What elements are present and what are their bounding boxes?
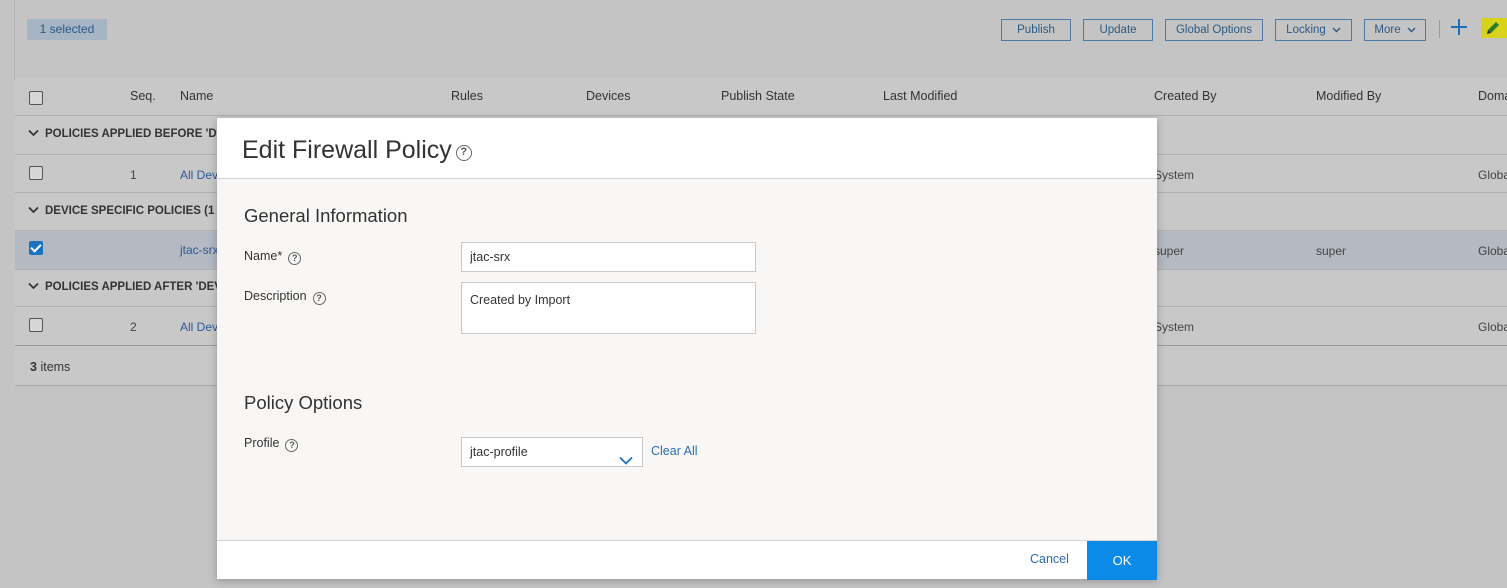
chevron-down-icon <box>619 447 633 475</box>
update-label: Update <box>1099 24 1137 36</box>
row-domain: Globa <box>1478 320 1507 334</box>
update-button[interactable]: Update <box>1083 19 1153 41</box>
column-header-name[interactable]: Name <box>180 89 213 103</box>
question-circle-icon[interactable]: ? <box>285 439 299 452</box>
row-created-by: super <box>1154 244 1185 258</box>
row-name-link[interactable]: jtac-srx <box>180 243 219 257</box>
row-name-link[interactable]: All Dev <box>180 168 218 182</box>
dialog-header: Edit Firewall Policy? <box>217 118 1157 179</box>
publish-button[interactable]: Publish <box>1001 19 1071 41</box>
column-header-modified-by[interactable]: Modified By <box>1316 89 1381 103</box>
ok-button[interactable]: OK <box>1087 541 1157 580</box>
section-title-general: General Information <box>244 205 408 226</box>
column-header-devices[interactable]: Devices <box>586 89 630 103</box>
row-created-by: System <box>1154 320 1195 334</box>
name-label-text: Name* <box>244 249 283 263</box>
dialog-title: Edit Firewall Policy? <box>242 136 472 165</box>
chevron-down-icon <box>1332 20 1341 40</box>
global-options-button[interactable]: Global Options <box>1165 19 1263 41</box>
group-header-after[interactable]: POLICIES APPLIED AFTER 'DEV <box>28 281 222 293</box>
name-label: Name*? <box>244 249 302 265</box>
section-title-policy-options: Policy Options <box>244 392 363 413</box>
row-name-link[interactable]: All Dev <box>180 320 218 334</box>
column-header-last-modified[interactable]: Last Modified <box>883 89 957 103</box>
group-header-before[interactable]: POLICIES APPLIED BEFORE 'DE <box>28 128 224 140</box>
row-domain: Globa <box>1478 168 1507 182</box>
profile-select[interactable]: jtac-profile <box>461 437 643 467</box>
group-label: POLICIES APPLIED AFTER 'DEV <box>45 281 222 293</box>
clear-all-link[interactable]: Clear All <box>651 444 698 458</box>
locking-label: Locking <box>1286 24 1326 36</box>
row-created-by: System <box>1154 168 1195 182</box>
toolbar-divider <box>1439 20 1440 38</box>
column-header-created-by[interactable]: Created By <box>1154 89 1217 103</box>
select-all-checkbox[interactable] <box>29 91 43 105</box>
name-input[interactable] <box>461 242 756 272</box>
column-header-publish-state[interactable]: Publish State <box>721 89 795 103</box>
global-options-label: Global Options <box>1175 24 1253 36</box>
row-domain: Globa <box>1478 244 1507 258</box>
pencil-icon[interactable] <box>1481 18 1507 38</box>
column-header-rules[interactable]: Rules <box>451 89 483 103</box>
items-count-unit: items <box>40 360 71 374</box>
items-count-number: 3 <box>30 360 37 374</box>
column-header-domain[interactable]: Doma <box>1478 89 1507 103</box>
description-textarea[interactable]: Created by Import <box>461 282 756 334</box>
chevron-down-icon <box>28 281 39 293</box>
divider <box>15 115 1507 116</box>
group-label: DEVICE SPECIFIC POLICIES (1 p <box>45 205 225 217</box>
chevron-down-icon <box>28 205 39 217</box>
publish-label: Publish <box>1017 24 1055 36</box>
row-seq: 1 <box>130 168 137 182</box>
selected-count-badge: 1 selected <box>27 19 107 40</box>
page-left-border <box>14 0 15 80</box>
more-dropdown[interactable]: More <box>1364 19 1426 41</box>
row-seq: 2 <box>130 320 137 334</box>
description-label: Description? <box>244 289 326 305</box>
question-circle-icon[interactable]: ? <box>288 252 302 265</box>
dialog-footer: Cancel OK <box>217 540 1157 580</box>
question-circle-icon[interactable]: ? <box>455 145 472 161</box>
row-checkbox[interactable] <box>29 241 43 255</box>
row-checkbox[interactable] <box>29 166 43 180</box>
question-circle-icon[interactable]: ? <box>312 292 326 305</box>
plus-icon[interactable] <box>1450 14 1468 40</box>
row-modified-by: super <box>1316 244 1347 258</box>
group-label: POLICIES APPLIED BEFORE 'DE <box>45 128 225 140</box>
more-label: More <box>1374 24 1401 36</box>
cancel-button[interactable]: Cancel <box>1030 552 1069 566</box>
profile-label: Profile? <box>244 436 299 452</box>
edit-firewall-policy-dialog: Edit Firewall Policy? General Informatio… <box>217 118 1157 580</box>
profile-label-text: Profile <box>244 436 280 450</box>
locking-dropdown[interactable]: Locking <box>1275 19 1352 41</box>
row-checkbox[interactable] <box>29 318 43 332</box>
items-count: 3 items <box>30 360 70 374</box>
profile-select-value: jtac-profile <box>470 445 528 459</box>
chevron-down-icon <box>1407 20 1416 40</box>
group-header-device-specific[interactable]: DEVICE SPECIFIC POLICIES (1 p <box>28 205 225 217</box>
dialog-title-text: Edit Firewall Policy <box>242 136 452 164</box>
description-label-text: Description <box>244 289 307 303</box>
chevron-down-icon <box>28 128 39 140</box>
column-header-seq[interactable]: Seq. <box>130 89 156 103</box>
